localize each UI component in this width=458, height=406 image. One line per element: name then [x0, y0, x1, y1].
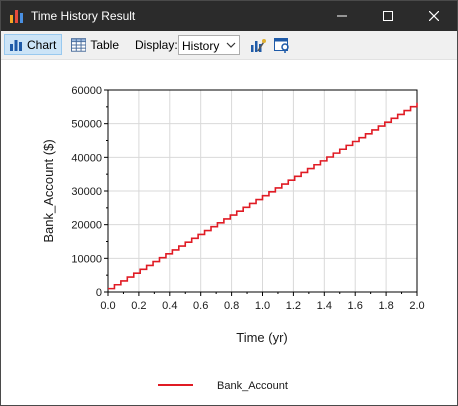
maximize-button[interactable] [365, 1, 411, 31]
x-axis-title: Time (yr) [236, 330, 288, 345]
display-select[interactable]: History [178, 35, 240, 55]
x-tick-label: 0.0 [100, 300, 115, 312]
time-history-chart: 0.0 0.2 0.4 0.6 0.8 1.0 1.2 1.4 1.6 1.8 2.0 0 10000 2… [41, 85, 425, 392]
y-axis-title: Bank_Account ($) [41, 139, 56, 242]
chart-app-icon [9, 8, 25, 24]
table-icon [71, 37, 87, 52]
x-tick-label: 1.0 [255, 300, 270, 312]
x-tick-label: 2.0 [409, 300, 424, 312]
chevron-down-icon [226, 39, 236, 54]
chart-icon [10, 39, 22, 51]
chart-settings-button[interactable] [249, 36, 267, 54]
close-icon [429, 11, 439, 21]
title-bar[interactable]: Time History Result [1, 1, 457, 31]
table-view-button[interactable]: Table [67, 34, 119, 55]
export-properties-icon [274, 38, 289, 53]
y-tick-label: 40000 [71, 152, 102, 164]
table-button-label: Table [90, 37, 119, 52]
chart-button-label: Chart [27, 37, 57, 52]
toolbar: Chart Table Display: History [1, 31, 457, 60]
maximize-icon [383, 11, 393, 21]
chart-view-button[interactable]: Chart [4, 34, 62, 55]
x-tick-label: 0.8 [224, 300, 239, 312]
close-button[interactable] [411, 1, 457, 31]
minimize-button[interactable] [319, 1, 365, 31]
x-tick-label: 0.2 [131, 300, 146, 312]
legend-label-bank-account: Bank_Account [217, 380, 288, 392]
x-tick-label: 0.6 [193, 300, 208, 312]
y-tick-label: 30000 [71, 186, 102, 198]
display-label: Display: [135, 38, 178, 52]
y-tick-label: 50000 [71, 119, 102, 131]
x-tick-label: 1.4 [317, 300, 332, 312]
x-tick-label: 1.2 [286, 300, 301, 312]
x-tick-label: 1.8 [378, 300, 393, 312]
chart-area: 0.0 0.2 0.4 0.6 0.8 1.0 1.2 1.4 1.6 1.8 2.0 0 10000 2… [1, 60, 457, 405]
minimize-icon [337, 15, 347, 17]
chart-settings-icon [251, 39, 266, 52]
y-tick-label: 20000 [71, 220, 102, 232]
time-history-window: Time History Result Chart Table Display:… [0, 0, 458, 406]
y-tick-label: 10000 [71, 253, 102, 265]
chart-ticks: 0.0 0.2 0.4 0.6 0.8 1.0 1.2 1.4 1.6 1.8 2.0 0 10000 2… [71, 85, 424, 312]
x-tick-label: 0.4 [162, 300, 177, 312]
window-title: Time History Result [31, 9, 136, 23]
display-select-value: History [182, 39, 220, 53]
x-tick-label: 1.6 [348, 300, 363, 312]
export-properties-button[interactable] [273, 36, 291, 54]
y-tick-label: 60000 [71, 85, 102, 97]
y-tick-label: 0 [96, 287, 102, 299]
